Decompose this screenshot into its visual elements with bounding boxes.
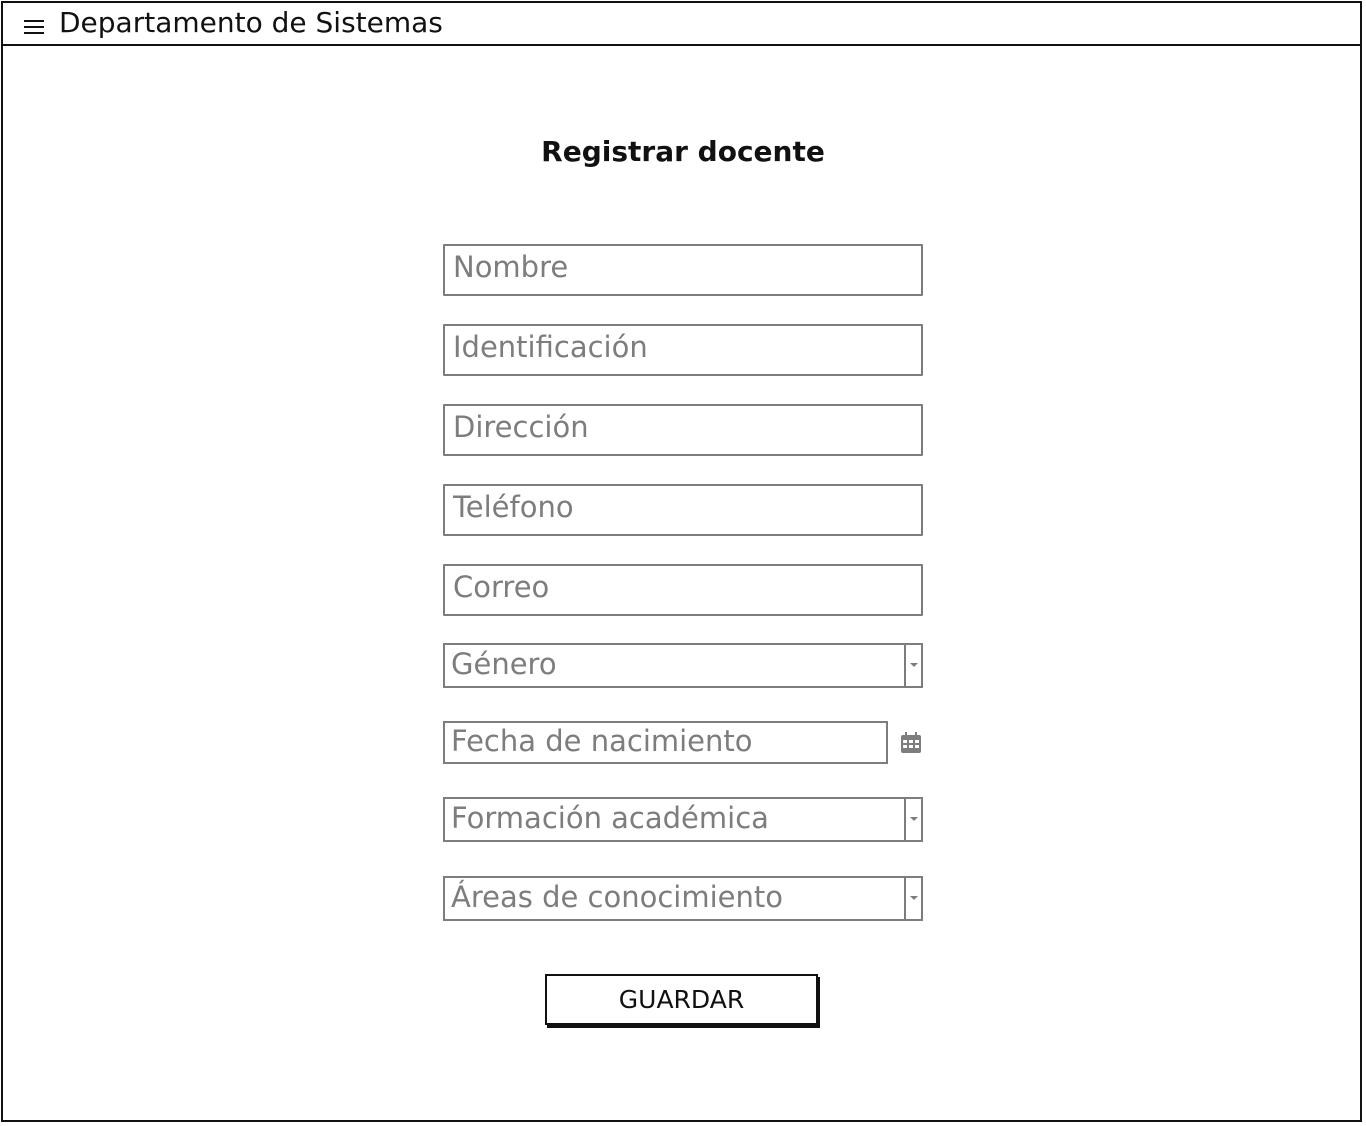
direccion-input[interactable]	[445, 406, 921, 454]
hamburger-menu-icon[interactable]	[21, 13, 47, 39]
correo-field[interactable]	[443, 564, 923, 616]
title-bar: Departamento de Sistemas	[3, 3, 1360, 46]
identificacion-input[interactable]	[445, 326, 921, 374]
fecha-nacimiento-field[interactable]	[443, 721, 888, 764]
calendar-icon[interactable]	[900, 732, 922, 754]
nombre-input[interactable]	[445, 246, 921, 294]
app-title: Departamento de Sistemas	[59, 6, 443, 39]
app-window: Departamento de Sistemas	[1, 1, 1362, 1122]
identificacion-field[interactable]	[443, 324, 923, 376]
telefono-field[interactable]	[443, 484, 923, 536]
formacion-select[interactable]: Formación académica	[443, 797, 923, 842]
chevron-down-icon[interactable]	[904, 645, 921, 686]
form-title: Registrar docente	[541, 135, 825, 168]
genero-select[interactable]: Género	[443, 643, 923, 688]
telefono-input[interactable]	[445, 486, 921, 534]
direccion-field[interactable]	[443, 404, 923, 456]
formacion-select-value: Formación académica	[451, 801, 769, 835]
correo-input[interactable]	[445, 566, 921, 614]
chevron-down-icon[interactable]	[904, 878, 921, 919]
chevron-down-icon[interactable]	[904, 799, 921, 840]
nombre-field[interactable]	[443, 244, 923, 296]
save-button[interactable]: GUARDAR	[545, 974, 818, 1025]
areas-select-value: Áreas de conocimiento	[451, 880, 783, 914]
genero-select-value: Género	[451, 647, 557, 681]
areas-select[interactable]: Áreas de conocimiento	[443, 876, 923, 921]
fecha-nacimiento-input[interactable]	[445, 723, 886, 762]
